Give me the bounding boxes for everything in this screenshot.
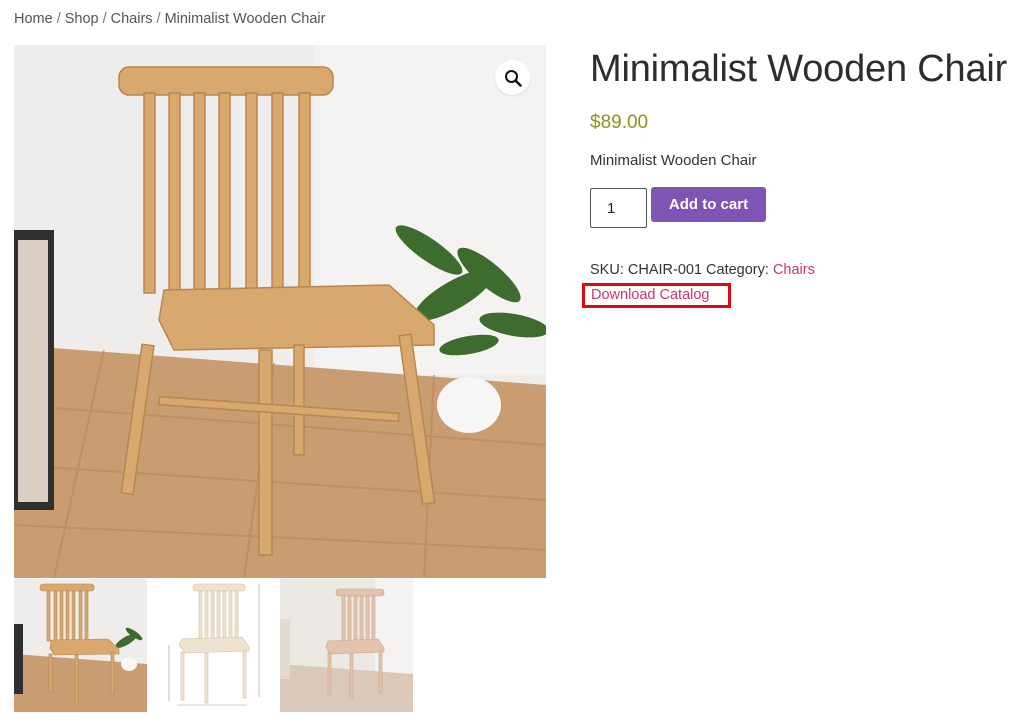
thumbnail-3[interactable] xyxy=(280,579,413,712)
quantity-input[interactable] xyxy=(590,188,647,228)
breadcrumb-separator: / xyxy=(56,11,61,27)
breadcrumb: Home / Shop / Chairs / Minimalist Wooden Chair xyxy=(14,11,325,27)
breadcrumb-separator: / xyxy=(102,11,107,27)
product-meta: SKU: CHAIR-001 Category: Chairs xyxy=(590,262,815,278)
breadcrumb-chairs[interactable]: Chairs xyxy=(111,11,153,27)
sku-value: CHAIR-001 xyxy=(627,262,703,278)
category-label: Category: xyxy=(706,262,769,278)
thumbnail-2[interactable] xyxy=(147,579,280,712)
breadcrumb-separator: / xyxy=(156,11,161,27)
thumbnail-image xyxy=(280,579,413,712)
gallery-thumbnails xyxy=(14,579,413,712)
product-title: Minimalist Wooden Chair xyxy=(590,48,1008,90)
thumbnail-image xyxy=(14,579,147,712)
product-short-description: Minimalist Wooden Chair xyxy=(590,152,757,169)
zoom-button[interactable] xyxy=(495,60,530,95)
breadcrumb-shop[interactable]: Shop xyxy=(65,11,99,27)
chair-photo xyxy=(14,45,546,578)
thumbnail-image xyxy=(147,579,280,712)
breadcrumb-home[interactable]: Home xyxy=(14,11,53,27)
product-price: $89.00 xyxy=(590,112,649,133)
category-link[interactable]: Chairs xyxy=(773,262,815,278)
breadcrumb-current: Minimalist Wooden Chair xyxy=(164,11,326,27)
add-to-cart-button[interactable]: Add to cart xyxy=(651,187,766,222)
thumbnail-1[interactable] xyxy=(14,579,147,712)
download-catalog-link[interactable]: Download Catalog xyxy=(582,283,731,308)
sku-label: SKU: xyxy=(590,262,624,278)
magnifier-icon xyxy=(504,69,522,87)
main-product-image[interactable] xyxy=(14,45,546,578)
